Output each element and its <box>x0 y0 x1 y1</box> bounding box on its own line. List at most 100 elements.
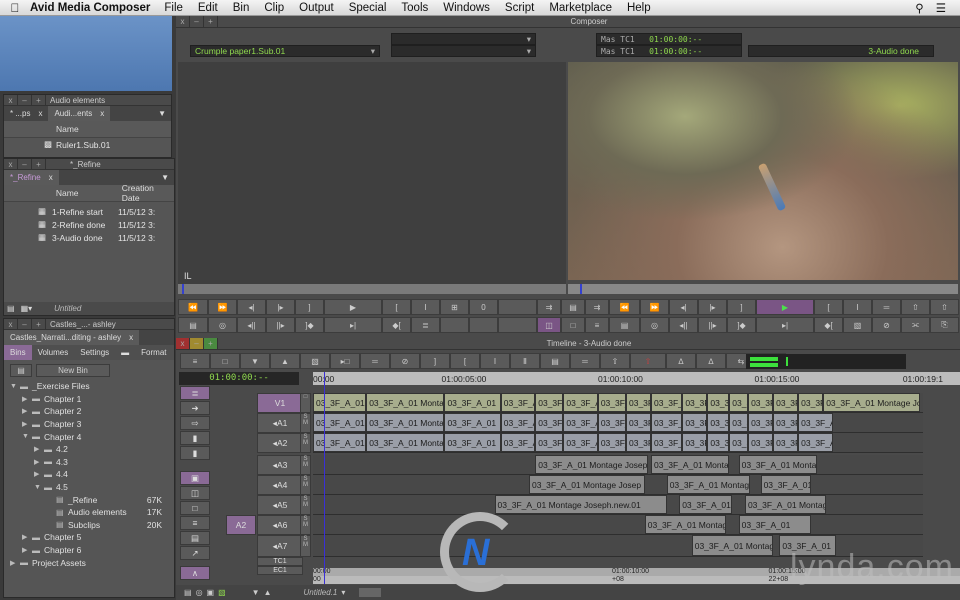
column-creation-date[interactable]: Creation Date <box>122 183 174 203</box>
track-selector-a1[interactable]: ◂ A1 <box>257 413 303 433</box>
clip[interactable]: 03_3F_A_01 Montage <box>366 433 445 452</box>
bin-row[interactable]: ▩ Ruler1.Sub.01 <box>4 138 171 151</box>
tree-item[interactable]: ▤ Subclips 20K <box>10 519 174 532</box>
bin-tab[interactable]: Audi...ents x <box>48 106 111 121</box>
clip[interactable]: 03_3F_A_01 <box>500 393 536 412</box>
composer-button[interactable]: ⇧ <box>930 299 959 315</box>
smart-tool-button[interactable]: ➜ <box>180 401 210 415</box>
tree-item[interactable]: ▼ ▬ 4.5 <box>10 481 174 494</box>
composer-button[interactable]: ◫ <box>537 317 561 333</box>
track-selector-a4[interactable]: ◂ A4 <box>257 475 303 495</box>
clip[interactable]: 03_3F_A_01 <box>729 393 749 412</box>
composer-button[interactable]: ] <box>295 299 324 315</box>
zoom-icon[interactable]: + <box>204 16 218 27</box>
composer-button[interactable]: ⇉ <box>585 299 609 315</box>
collapsed-icon[interactable]: ▶ <box>22 407 32 415</box>
menu-file[interactable]: File <box>164 2 183 14</box>
apple-icon[interactable]:  <box>0 1 30 15</box>
collapsed-icon[interactable]: ▶ <box>34 458 44 466</box>
timeline-tool-button[interactable]: ⇧ <box>600 353 630 369</box>
sequence-name[interactable]: 1-Refine start <box>52 207 118 217</box>
smart-tool-button[interactable]: ▣ <box>180 471 210 485</box>
clip[interactable]: 03_3F_A_01 Montage <box>651 455 730 474</box>
timeline-tool-button[interactable]: ∆ <box>666 353 696 369</box>
clip[interactable]: 03_3F_A_01 <box>760 475 811 494</box>
composer-button[interactable]: ⏪ <box>178 299 208 315</box>
clip[interactable]: 03_3F_A_01 <box>798 393 824 412</box>
clip[interactable]: 03_3F_A_01 <box>748 413 774 432</box>
solo-mute-buttons[interactable]: S M <box>300 515 311 535</box>
search-icon[interactable]: ⚲ <box>915 1 923 15</box>
solo-mute-buttons[interactable]: S M <box>300 535 311 557</box>
bin-row[interactable]: ▦ 2-Refine done 11/5/12 3: <box>4 218 174 231</box>
scroll-up-icon[interactable]: ▲ <box>264 588 272 597</box>
composer-button[interactable]: ◎ <box>640 317 669 333</box>
composer-button[interactable]: ▤ <box>561 299 585 315</box>
timeline-timecode[interactable]: 01:00:00:-- <box>179 372 299 385</box>
position-indicator[interactable] <box>324 372 325 584</box>
smart-tool-button[interactable]: ∧ <box>180 566 210 580</box>
timeline-tool-button[interactable]: I <box>480 353 510 369</box>
source-track-a2[interactable]: A2 <box>226 515 256 535</box>
collapsed-icon[interactable]: ▶ <box>22 420 32 428</box>
solo-mute-buttons[interactable]: S M <box>300 413 311 433</box>
composer-button[interactable]: ≣ <box>411 317 440 333</box>
composer-button[interactable]: I <box>411 299 440 315</box>
solo-mute-buttons[interactable]: S M <box>300 433 311 453</box>
clip[interactable]: 03_3F_A_01 <box>626 393 652 412</box>
bin-view-icon[interactable]: ▤ <box>7 304 15 313</box>
composer-button[interactable]: ◂|| <box>669 317 698 333</box>
info-menu-2[interactable]: ▾ <box>391 45 536 57</box>
clip[interactable]: 03_3F_A_01 Montage <box>666 475 750 494</box>
smart-tool-button[interactable]: ↗ <box>180 546 210 560</box>
composer-button[interactable]: 0 <box>469 299 498 315</box>
expanded-icon[interactable]: ▼ <box>10 383 20 390</box>
tree-item[interactable]: ▶ ▬ Chapter 2 <box>10 405 174 418</box>
composer-button[interactable]: ⎘ <box>930 317 959 333</box>
composer-button[interactable]: ] <box>727 299 756 315</box>
view-menu-icon[interactable]: ▾ <box>341 588 345 597</box>
clip[interactable]: 03_3F_A_01 <box>773 393 799 412</box>
composer-button[interactable]: |▸ <box>698 299 727 315</box>
menu-script[interactable]: Script <box>505 2 534 14</box>
minimize-icon[interactable]: – <box>18 158 32 170</box>
composer-button[interactable]: ◆[ <box>814 317 843 333</box>
composer-button[interactable] <box>498 299 537 315</box>
tab-info-icon[interactable]: ▬ <box>115 345 135 360</box>
clip[interactable]: 03_3F_A_01 <box>798 433 833 452</box>
tree-item[interactable]: ▶ ▬ 4.3 <box>10 456 174 469</box>
solo-mute-buttons[interactable]: □ <box>300 393 311 413</box>
composer-button[interactable]: ⏪ <box>609 299 640 315</box>
composer-button[interactable]: ⇧ <box>901 299 930 315</box>
clip[interactable]: 03_3F_A_01 <box>313 413 367 432</box>
clip[interactable]: 03_3F_A_01 Montage Josep <box>528 475 645 494</box>
composer-button[interactable]: ◂| <box>669 299 698 315</box>
timeline-ruler[interactable]: 00:0001:00:05:0001:00:10:0001:00:15:0001… <box>313 372 960 385</box>
clip[interactable]: 03_3F_A_01 Montage Joseph.new.01 <box>494 495 667 514</box>
solo-mute-buttons[interactable]: S M <box>300 455 311 475</box>
minimize-icon[interactable]: – <box>18 94 32 106</box>
timeline-tool-button[interactable]: ⇧ <box>630 353 666 369</box>
clip[interactable]: 03_3F_A_01 <box>798 413 833 432</box>
track-selector-a6[interactable]: ◂ A6 <box>257 515 303 535</box>
composer-button[interactable]: ||▸ <box>698 317 727 333</box>
clip[interactable]: 03_3F_A_01 <box>707 393 730 412</box>
zoom-icon[interactable]: + <box>32 318 46 330</box>
fast-menu-icon[interactable]: ▼ <box>158 109 171 118</box>
timeline-tool-button[interactable]: ⊘ <box>390 353 420 369</box>
clip[interactable]: 03_3F_A_01 <box>313 433 367 452</box>
project-tab[interactable]: Castles_Narrati...diting - ashley x <box>4 330 140 345</box>
clip[interactable]: 03_3F_A_01 <box>729 433 749 452</box>
expanded-icon[interactable]: ▼ <box>22 433 32 440</box>
timeline-tool-button[interactable]: ≡ <box>180 353 210 369</box>
smart-tool-button[interactable]: ▮ <box>180 431 210 445</box>
composer-button[interactable]: I <box>843 299 872 315</box>
new-bin-button[interactable]: New Bin <box>36 363 110 377</box>
collapsed-icon[interactable]: ▶ <box>34 470 44 478</box>
composer-button[interactable]: ◂|| <box>237 317 266 333</box>
minimize-icon[interactable]: – <box>18 318 32 330</box>
clip[interactable]: 03_3F_A_01 <box>597 433 626 452</box>
close-icon[interactable]: x <box>4 158 18 170</box>
composer-button[interactable]: ▶ <box>324 299 382 315</box>
clip[interactable]: 03_3F_A_01 Montage <box>691 535 774 556</box>
